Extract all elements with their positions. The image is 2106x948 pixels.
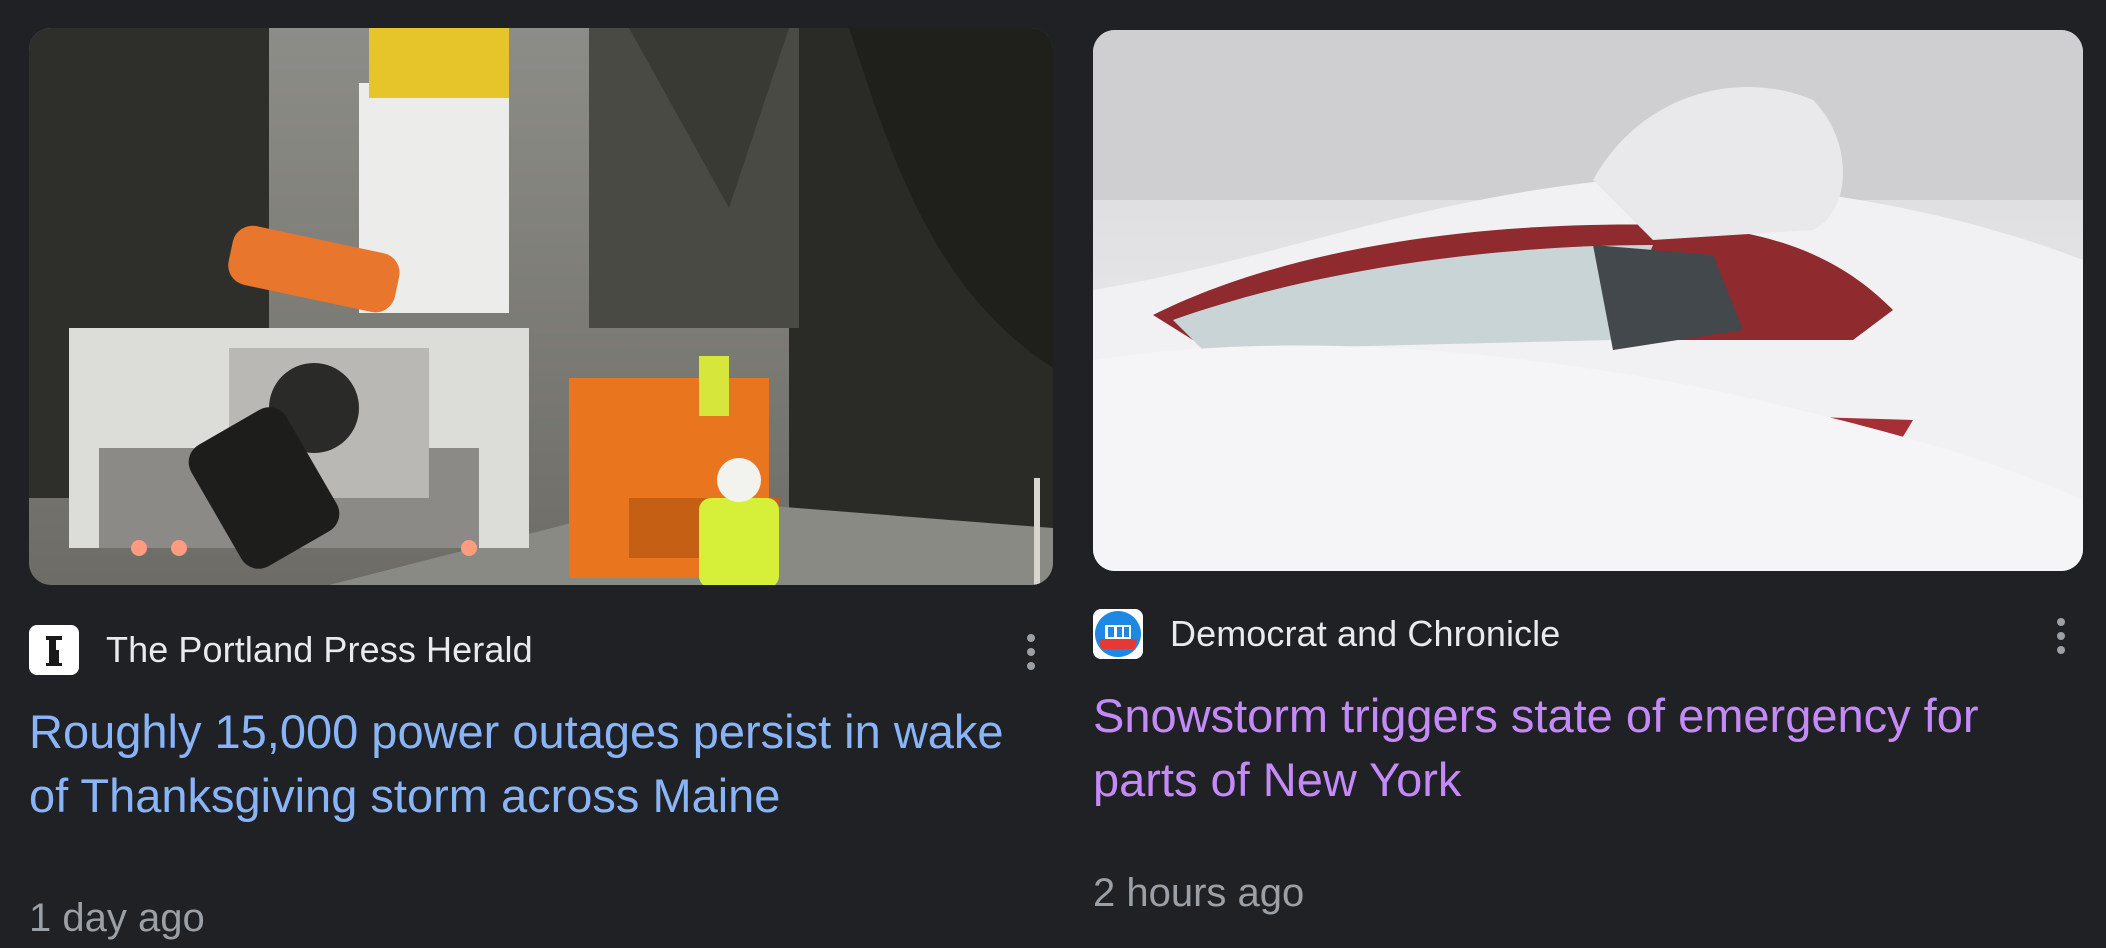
democrat-and-chronicle-logo-icon bbox=[1093, 609, 1143, 659]
source-name: Democrat and Chronicle bbox=[1170, 613, 1561, 654]
timestamp: 1 day ago bbox=[29, 896, 205, 940]
timestamp: 2 hours ago bbox=[1093, 871, 1305, 915]
car-in-snow-image bbox=[1093, 30, 2083, 571]
source-row: The Portland Press Herald bbox=[29, 624, 1053, 676]
more-vert-icon[interactable] bbox=[2051, 616, 2071, 656]
utility-trucks-image bbox=[29, 28, 1053, 585]
source-row: Democrat and Chronicle bbox=[1093, 608, 2083, 660]
portland-press-herald-logo-icon bbox=[29, 625, 79, 675]
headline-link[interactable]: Snowstorm triggers state of emergency fo… bbox=[1093, 684, 2083, 812]
source-name: The Portland Press Herald bbox=[106, 629, 533, 670]
more-vert-icon[interactable] bbox=[1021, 632, 1041, 672]
headline-link[interactable]: Roughly 15,000 power outages persist in … bbox=[29, 700, 1053, 828]
news-thumbnail[interactable] bbox=[29, 28, 1053, 585]
news-thumbnail[interactable] bbox=[1093, 30, 2083, 571]
